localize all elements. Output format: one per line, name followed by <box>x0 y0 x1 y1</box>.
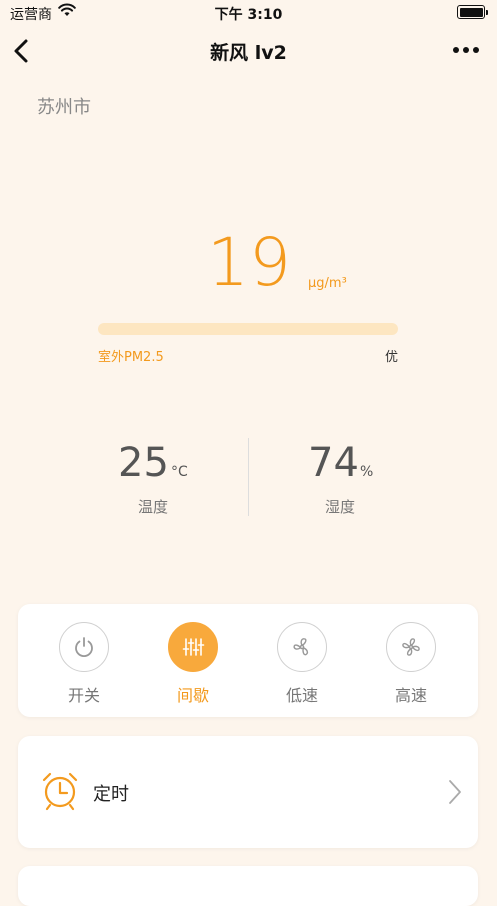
fan-low-icon <box>293 638 309 656</box>
humidity-unit: % <box>360 464 374 480</box>
mode-power-button[interactable]: 开关 <box>45 622 125 705</box>
pm25-unit: μg/m³ <box>308 276 347 291</box>
temperature-label: 温度 <box>138 498 169 516</box>
humidity-value: 74 <box>308 440 359 486</box>
city-label: 苏州市 <box>37 97 91 118</box>
page-title: 新风 lv2 <box>210 42 287 64</box>
pm25-bar <box>98 323 398 335</box>
status-time: 下午 3:10 <box>214 7 283 23</box>
next-card[interactable] <box>18 866 478 906</box>
mode-low-button[interactable]: 低速 <box>263 622 343 705</box>
timer-row[interactable]: 定时 <box>18 736 478 848</box>
pm25-level: 优 <box>384 350 398 365</box>
navigation-bar: 新风 lv2 <box>0 30 497 74</box>
mode-card: 开关 间歇 低速 高速 <box>18 604 478 717</box>
mode-low-circle[interactable] <box>277 622 327 672</box>
power-icon <box>75 637 93 658</box>
pm25-label: 室外PM2.5 <box>98 350 164 365</box>
mode-interval-circle[interactable] <box>168 622 218 672</box>
mode-low-label: 低速 <box>285 686 318 705</box>
divider <box>248 438 249 516</box>
battery-icon <box>457 5 488 19</box>
mode-high-label: 高速 <box>394 686 427 705</box>
timer-label: 定时 <box>93 784 129 805</box>
chevron-right-icon <box>449 780 461 804</box>
alarm-clock-icon <box>42 772 78 811</box>
mode-power-circle[interactable] <box>59 622 109 672</box>
mode-power-label: 开关 <box>67 686 100 705</box>
sliders-icon <box>182 638 205 656</box>
fan-high-icon <box>402 638 420 656</box>
humidity-label: 湿度 <box>325 498 356 516</box>
temperature-value: 25 <box>118 440 169 486</box>
mode-interval-label: 间歇 <box>176 686 209 705</box>
pm25-value: 19 <box>207 224 291 301</box>
status-bar: 运营商 下午 3:10 <box>0 0 497 26</box>
mode-high-circle[interactable] <box>386 622 436 672</box>
mode-interval-button[interactable]: 间歇 <box>154 622 234 705</box>
temperature-unit: °C <box>171 464 188 480</box>
more-icon[interactable] <box>451 40 481 60</box>
mode-high-button[interactable]: 高速 <box>372 622 452 705</box>
